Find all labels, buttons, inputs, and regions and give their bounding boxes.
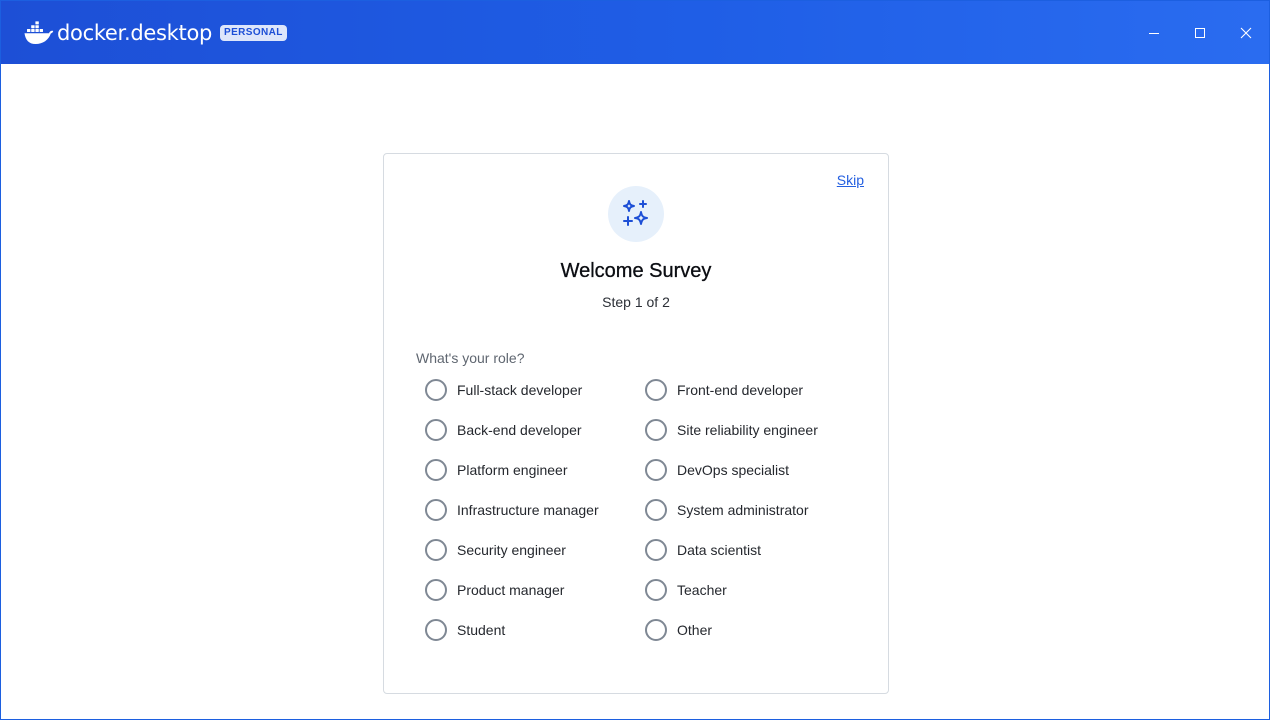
skip-link[interactable]: Skip: [837, 172, 864, 188]
survey-step-indicator: Step 1 of 2: [602, 294, 670, 310]
role-option-label: Platform engineer: [457, 462, 568, 478]
radio-button[interactable]: [645, 619, 667, 641]
role-option-label: Data scientist: [677, 542, 762, 558]
role-option[interactable]: Security engineer: [425, 536, 645, 564]
plan-badge: PERSONAL: [220, 25, 287, 41]
radio-button[interactable]: [645, 459, 667, 481]
radio-button[interactable]: [425, 379, 447, 401]
radio-button[interactable]: [645, 579, 667, 601]
role-option[interactable]: Full-stack developer: [425, 376, 645, 404]
docker-desktop-logo: docker.desktop PERSONAL: [24, 20, 287, 46]
radio-button[interactable]: [425, 539, 447, 561]
radio-button[interactable]: [645, 419, 667, 441]
role-option[interactable]: Platform engineer: [425, 456, 645, 484]
close-button[interactable]: [1223, 1, 1269, 64]
radio-button[interactable]: [645, 499, 667, 521]
docker-whale-icon: [24, 21, 54, 44]
title-bar[interactable]: docker.desktop PERSONAL: [1, 1, 1269, 64]
radio-button[interactable]: [425, 499, 447, 521]
minimize-button[interactable]: [1131, 1, 1177, 64]
radio-button[interactable]: [645, 539, 667, 561]
role-option-label: Security engineer: [457, 542, 566, 558]
welcome-survey-card: Skip Welcome Survey Step 1 of 2 What's y…: [383, 153, 889, 694]
brand-wordmark: docker.desktop: [57, 21, 213, 45]
role-option[interactable]: DevOps specialist: [645, 456, 865, 484]
role-option[interactable]: Infrastructure manager: [425, 496, 645, 524]
maximize-icon: [1195, 27, 1205, 38]
role-option-label: DevOps specialist: [677, 462, 790, 478]
role-option-label: Full-stack developer: [457, 382, 583, 398]
role-option-label: System administrator: [677, 502, 809, 518]
survey-title: Welcome Survey: [560, 260, 712, 282]
role-option[interactable]: Teacher: [645, 576, 865, 604]
window-controls: [1131, 1, 1269, 64]
role-option[interactable]: Product manager: [425, 576, 645, 604]
role-option[interactable]: System administrator: [645, 496, 865, 524]
role-options: Full-stack developer Front-end developer…: [425, 376, 865, 656]
close-icon: [1240, 27, 1252, 38]
radio-button[interactable]: [425, 419, 447, 441]
role-option[interactable]: Site reliability engineer: [645, 416, 865, 444]
role-option[interactable]: Other: [645, 616, 865, 644]
maximize-button[interactable]: [1177, 1, 1223, 64]
role-option-label: Other: [677, 622, 713, 638]
sparkles-icon: [623, 200, 648, 226]
role-option[interactable]: Back-end developer: [425, 416, 645, 444]
role-option-label: Student: [457, 622, 506, 638]
radio-button[interactable]: [425, 459, 447, 481]
role-option[interactable]: Student: [425, 616, 645, 644]
sparkles-icon-container: [608, 186, 664, 242]
role-option-label: Infrastructure manager: [457, 502, 599, 518]
radio-button[interactable]: [645, 379, 667, 401]
role-option-label: Site reliability engineer: [677, 422, 818, 438]
role-option-label: Product manager: [457, 582, 565, 598]
docker-desktop-window: docker.desktop PERSONAL Skip Welcome Sur…: [0, 0, 1270, 720]
role-option-label: Front-end developer: [677, 382, 804, 398]
brand-name: docker: [57, 21, 124, 45]
minimize-icon: [1149, 32, 1159, 34]
radio-button[interactable]: [425, 619, 447, 641]
brand-product: desktop: [130, 21, 213, 45]
role-option-label: Teacher: [677, 582, 727, 598]
radio-button[interactable]: [425, 579, 447, 601]
role-question-label: What's your role?: [416, 350, 525, 366]
role-option[interactable]: Data scientist: [645, 536, 865, 564]
role-option[interactable]: Front-end developer: [645, 376, 865, 404]
role-option-label: Back-end developer: [457, 422, 582, 438]
